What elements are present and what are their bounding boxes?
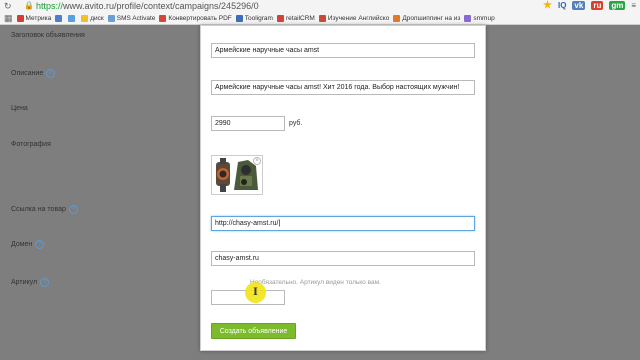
link-input[interactable]: http://chasy-amst.ru/| [211,216,475,231]
bookmark-favicon-icon [393,15,401,22]
browser-chrome: ↻ 🔒 https:// www.avito.ru/profile/contex… [0,0,640,25]
description-label: Описание? [11,69,56,78]
url-field[interactable]: 🔒 https:// www.avito.ru/profile/context/… [24,0,259,11]
bookmark-favicon-icon [318,15,326,22]
bookmark-item[interactable]: Метрика [16,15,51,22]
article-hint: Необязательно. Артикул виден только вам. [250,279,381,286]
title-input[interactable]: Армейские наручные часы amst [211,43,475,58]
bookmark-favicon-icon [464,15,472,22]
title-label: Заголовок объявления [11,32,85,39]
bookmark-item[interactable]: smmup [464,15,495,22]
bookmark-item[interactable]: Tooligram [235,15,273,22]
article-label: Артикул? [11,278,50,287]
bookmark-favicon-icon [68,15,76,22]
bookmarks-bar: ▦ Метрика диск SMS Activate Конвертирова… [0,12,640,25]
bookmark-item[interactable]: SMS Activate [107,15,155,22]
bookmark-item[interactable]: Изучение Английско [318,15,389,22]
mouse-cursor-highlight: I [245,282,266,303]
help-icon[interactable]: ? [46,69,56,78]
help-icon[interactable]: ? [35,240,45,249]
bookmark-item[interactable]: Конвертировать PDF [159,15,232,22]
photo-label: Фотография [11,141,51,148]
bookmark-favicon-icon [55,15,63,22]
bookmark-favicon-icon [159,15,167,22]
bookmark-favicon-icon [16,15,24,22]
remove-photo-icon[interactable]: × [253,157,261,165]
address-bar: ↻ 🔒 https:// www.avito.ru/profile/contex… [0,0,640,12]
domain-input[interactable]: chasy-amst.ru [211,251,475,266]
bookmark-favicon-icon [235,15,243,22]
help-icon[interactable]: ? [40,278,50,287]
extension-icons: ★ IQ vk ru gm ≡ [543,0,640,11]
bookmark-favicon-icon [81,15,89,22]
apps-icon[interactable]: ▦ [4,13,13,24]
lock-icon: 🔒 [24,1,34,10]
bookmark-favicon-icon [107,15,115,22]
iq-extension-icon[interactable]: IQ [558,1,566,10]
price-unit: руб. [289,120,303,127]
bookmark-star-icon[interactable]: ★ [543,0,552,11]
url-path: www.avito.ru/profile/context/campaigns/2… [62,0,259,11]
bookmark-item[interactable] [55,15,64,22]
price-label: Цена [11,105,28,112]
bookmark-item[interactable]: retailCRM [276,15,315,22]
bookmark-item[interactable]: Дропшиппинг на из [393,15,460,22]
bookmark-favicon-icon [276,15,284,22]
link-label: Ссылка на товар? [11,205,78,214]
text-cursor-icon: I [253,287,258,298]
help-icon[interactable]: ? [68,205,78,214]
price-input[interactable]: 2990 [211,116,285,131]
domain-label: Домен? [11,240,45,249]
vk-extension-icon[interactable]: vk [572,1,586,10]
red-extension-icon[interactable]: ru [591,1,604,10]
description-input[interactable]: Армейские наручные часы amst! Хит 2016 г… [211,80,475,95]
bookmark-item[interactable] [68,15,77,22]
bookmark-item[interactable]: диск [81,15,104,22]
url-scheme: https:// [35,0,63,11]
create-ad-button[interactable]: Создать объявление [211,323,296,339]
text-caret: | [278,220,281,227]
green-extension-icon[interactable]: gm [609,1,626,10]
reload-icon[interactable]: ↻ [4,1,12,12]
menu-icon[interactable]: ≡ [631,1,636,10]
